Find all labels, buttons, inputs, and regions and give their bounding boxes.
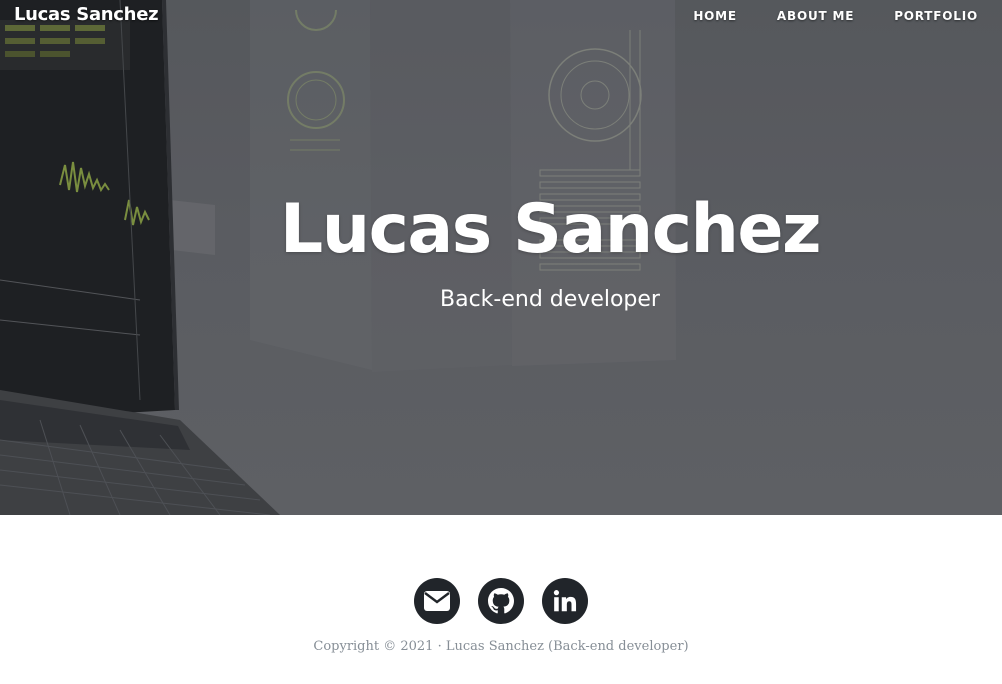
- nav-links: HOME ABOUT ME PORTFOLIO: [677, 9, 1002, 23]
- nav-link-home[interactable]: HOME: [693, 9, 737, 23]
- github-button[interactable]: [478, 578, 524, 624]
- social-links: [0, 578, 1002, 624]
- hero-subtitle: Back-end developer: [440, 287, 660, 312]
- hero-header: Lucas Sanchez HOME ABOUT ME PORTFOLIO Lu…: [0, 0, 1002, 515]
- hero-title: Lucas Sanchez: [279, 190, 822, 269]
- nav-link-portfolio[interactable]: PORTFOLIO: [894, 9, 978, 23]
- nav-link-about-me[interactable]: ABOUT ME: [777, 9, 854, 23]
- github-icon: [488, 588, 514, 614]
- linkedin-icon: [553, 590, 577, 612]
- brand-link[interactable]: Lucas Sanchez: [14, 4, 159, 25]
- envelope-icon: [424, 591, 450, 611]
- copyright-text: Copyright © 2021 · Lucas Sanchez (Back-e…: [313, 639, 689, 654]
- navbar: Lucas Sanchez HOME ABOUT ME PORTFOLIO: [0, 0, 1002, 32]
- linkedin-button[interactable]: [542, 578, 588, 624]
- email-button[interactable]: [414, 578, 460, 624]
- footer: Copyright © 2021 · Lucas Sanchez (Back-e…: [0, 515, 1002, 684]
